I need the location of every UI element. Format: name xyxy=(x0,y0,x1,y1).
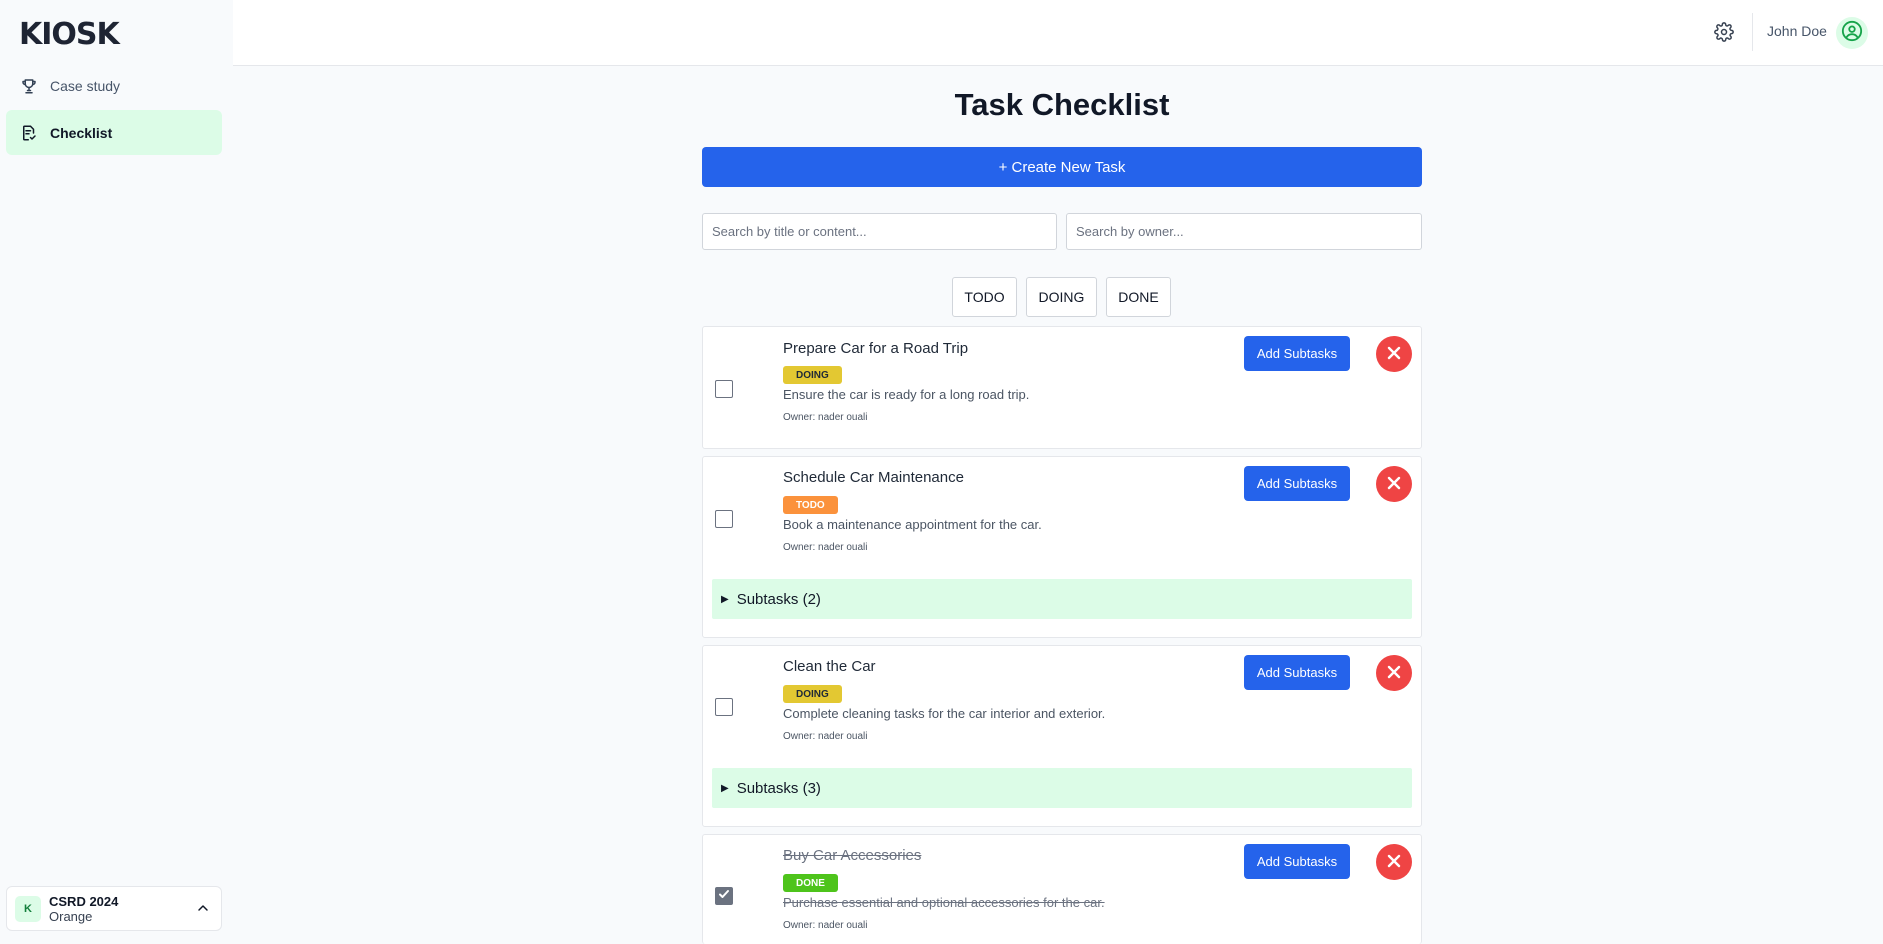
status-badge: DONE xyxy=(783,874,838,892)
caret-right-icon: ▶ xyxy=(721,782,729,794)
top-bar xyxy=(233,0,1883,66)
user-circle-icon xyxy=(1841,20,1863,47)
task-title: Buy Car Accessories xyxy=(783,847,922,864)
task-title: Clean the Car xyxy=(783,658,876,675)
checklist-icon xyxy=(18,122,40,144)
task-owner: Owner: nader ouali xyxy=(783,731,868,742)
task-owner: Owner: nader ouali xyxy=(783,542,868,553)
task-checkbox[interactable] xyxy=(715,510,733,528)
subtasks-toggle[interactable]: ▶ Subtasks (3) xyxy=(712,768,1412,808)
task-checkbox[interactable] xyxy=(715,887,733,905)
add-subtasks-button[interactable]: Add Subtasks xyxy=(1244,844,1350,879)
task-checkbox[interactable] xyxy=(715,698,733,716)
close-icon xyxy=(1387,346,1401,363)
status-badge: DOING xyxy=(783,685,842,703)
user-name[interactable]: John Doe xyxy=(1767,23,1827,39)
organization-switcher[interactable]: K CSRD 2024 Orange xyxy=(6,886,222,931)
app-logo: KIOSK xyxy=(19,17,120,52)
task-card: Clean the Car DOING Complete cleaning ta… xyxy=(702,645,1422,827)
filter-doing-button[interactable]: DOING xyxy=(1026,277,1097,317)
add-subtasks-button[interactable]: Add Subtasks xyxy=(1244,466,1350,501)
add-subtasks-button[interactable]: Add Subtasks xyxy=(1244,655,1350,690)
add-subtasks-button[interactable]: Add Subtasks xyxy=(1244,336,1350,371)
subtasks-toggle[interactable]: ▶ Subtasks (2) xyxy=(712,579,1412,619)
create-task-button[interactable]: + Create New Task xyxy=(702,147,1422,187)
delete-task-button[interactable] xyxy=(1376,336,1412,372)
status-badge: DOING xyxy=(783,366,842,384)
trophy-icon xyxy=(18,75,40,97)
sidebar-item-checklist[interactable]: Checklist xyxy=(6,110,222,155)
chevron-up-icon xyxy=(195,900,211,921)
sidebar-item-case-study[interactable]: Case study xyxy=(6,63,222,108)
checkmark-icon xyxy=(718,887,730,905)
delete-task-button[interactable] xyxy=(1376,466,1412,502)
sidebar: KIOSK Case study Checklist K CSRD 2024 O… xyxy=(0,0,233,944)
subtasks-label: Subtasks (2) xyxy=(736,590,821,608)
filter-done-button[interactable]: DONE xyxy=(1106,277,1171,317)
sidebar-item-label: Checklist xyxy=(50,124,113,141)
task-owner: Owner: nader ouali xyxy=(783,412,868,423)
task-description: Complete cleaning tasks for the car inte… xyxy=(783,706,1106,721)
gear-icon[interactable] xyxy=(1714,22,1734,42)
page-title: Task Checklist xyxy=(954,87,1170,122)
close-icon xyxy=(1387,854,1401,871)
task-description: Book a maintenance appointment for the c… xyxy=(783,517,1042,532)
task-card: Prepare Car for a Road Trip DOING Ensure… xyxy=(702,326,1422,449)
task-title: Schedule Car Maintenance xyxy=(783,469,964,486)
filter-todo-button[interactable]: TODO xyxy=(952,277,1017,317)
status-badge: TODO xyxy=(783,496,838,514)
org-sub: Orange xyxy=(49,908,93,924)
delete-task-button[interactable] xyxy=(1376,655,1412,691)
caret-right-icon: ▶ xyxy=(721,593,729,605)
delete-task-button[interactable] xyxy=(1376,844,1412,880)
task-checkbox[interactable] xyxy=(715,380,733,398)
header-divider xyxy=(1752,13,1753,51)
task-title: Prepare Car for a Road Trip xyxy=(783,340,969,357)
task-description: Ensure the car is ready for a long road … xyxy=(783,387,1030,402)
org-badge: K xyxy=(15,895,41,922)
subtasks-label: Subtasks (3) xyxy=(736,779,821,797)
close-icon xyxy=(1387,665,1401,682)
task-card: Schedule Car Maintenance TODO Book a mai… xyxy=(702,456,1422,638)
org-name: CSRD 2024 xyxy=(49,893,119,909)
sidebar-item-label: Case study xyxy=(50,77,121,94)
search-owner-input[interactable] xyxy=(1066,213,1422,250)
task-description: Purchase essential and optional accessor… xyxy=(783,895,1105,910)
close-icon xyxy=(1387,476,1401,493)
search-title-input[interactable] xyxy=(702,213,1057,250)
task-card: Buy Car Accessories DONE Purchase essent… xyxy=(702,834,1422,944)
task-owner: Owner: nader ouali xyxy=(783,920,868,931)
avatar[interactable] xyxy=(1836,17,1868,49)
